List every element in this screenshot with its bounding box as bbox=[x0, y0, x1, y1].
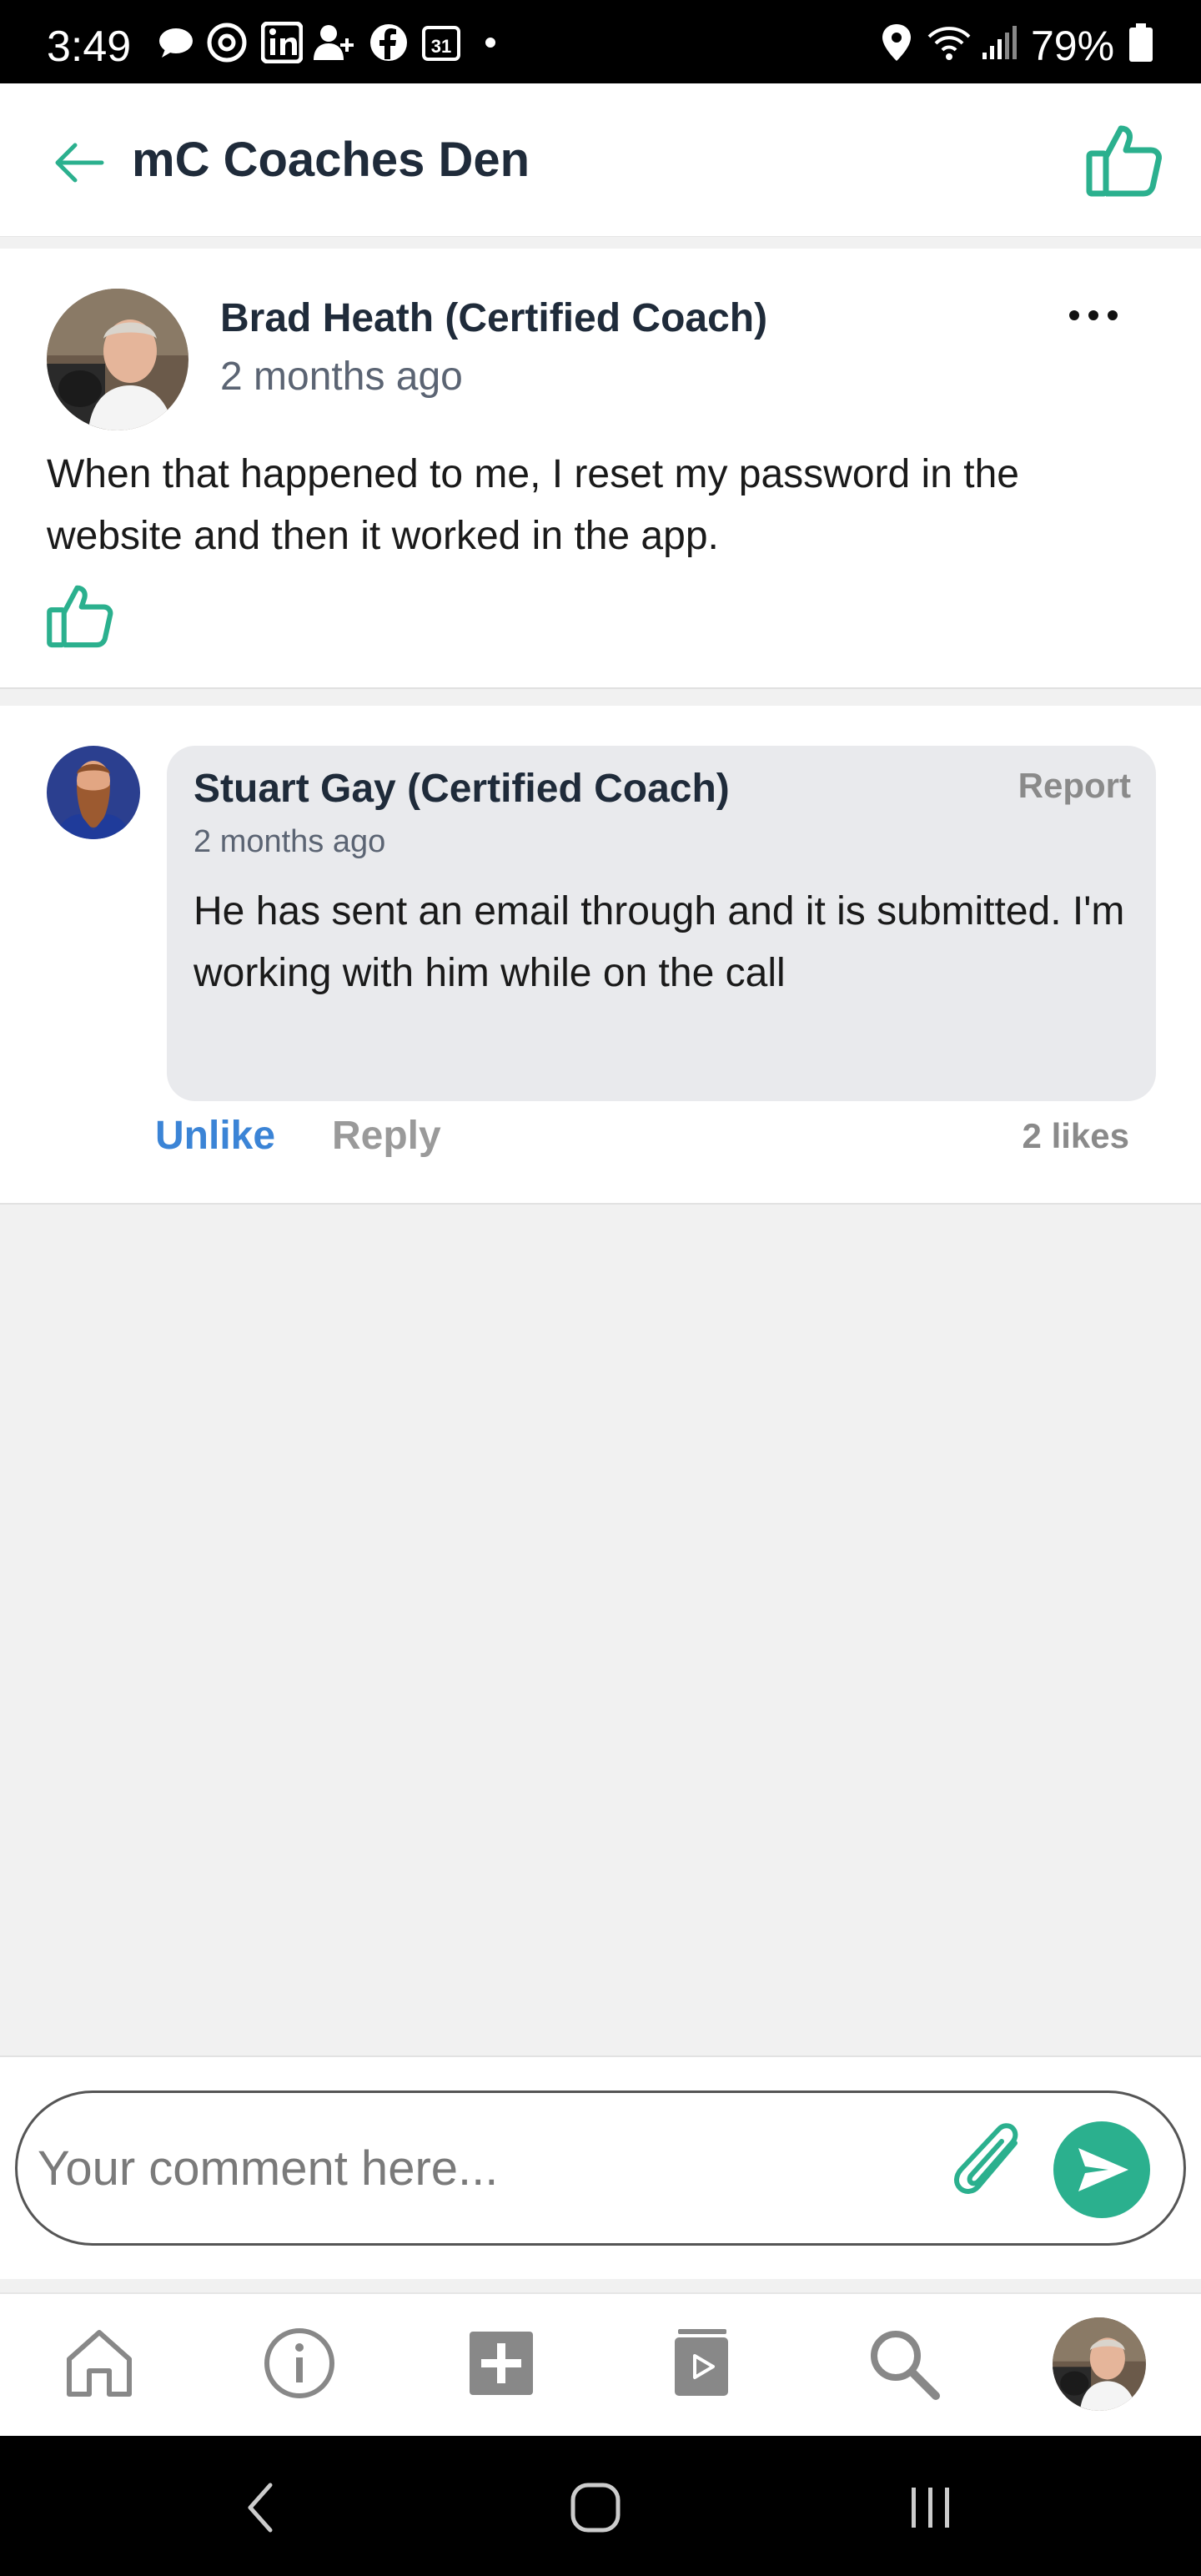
info-icon bbox=[264, 2328, 334, 2398]
comment-author[interactable]: Stuart Gay (Certified Coach) bbox=[193, 766, 730, 812]
paperclip-icon bbox=[954, 2123, 1018, 2194]
arrow-left-icon bbox=[55, 143, 104, 183]
send-button[interactable] bbox=[1053, 2121, 1150, 2218]
facebook-icon bbox=[365, 23, 412, 62]
likes-count[interactable]: 2 likes bbox=[1023, 1116, 1129, 1156]
thumbs-up-icon bbox=[1086, 125, 1162, 197]
nav-add[interactable] bbox=[455, 2317, 547, 2409]
page-title: mC Coaches Den bbox=[132, 133, 530, 187]
bottom-navigation bbox=[0, 2292, 1201, 2436]
comment-timestamp: 2 months ago bbox=[193, 824, 386, 859]
dot-icon bbox=[480, 23, 500, 62]
svg-text:31: 31 bbox=[431, 36, 451, 57]
recents-icon bbox=[912, 2488, 949, 2528]
system-back-button[interactable] bbox=[219, 2474, 302, 2541]
add-icon bbox=[470, 2332, 533, 2395]
location-icon bbox=[877, 23, 916, 62]
comment-input[interactable] bbox=[38, 2126, 938, 2210]
post-timestamp: 2 months ago bbox=[220, 355, 463, 399]
home-outline-icon bbox=[570, 2483, 621, 2533]
battery-percentage: 79% bbox=[1031, 23, 1115, 69]
post-more-button[interactable] bbox=[1056, 295, 1131, 345]
avatar[interactable] bbox=[47, 746, 140, 839]
battery-icon bbox=[1128, 23, 1154, 62]
more-horizontal-icon bbox=[1069, 310, 1118, 320]
linkedin-icon bbox=[259, 22, 305, 63]
signal-icon bbox=[979, 23, 1019, 62]
home-icon bbox=[67, 2330, 132, 2397]
status-time: 3:49 bbox=[47, 23, 132, 71]
nav-info[interactable] bbox=[254, 2317, 345, 2409]
avatar[interactable] bbox=[47, 289, 188, 430]
header-like-button[interactable] bbox=[1084, 120, 1164, 200]
comment-body: He has sent an email through and it is s… bbox=[193, 889, 1125, 995]
comment-composer bbox=[0, 2055, 1201, 2279]
status-bar: 3:49 31 79% bbox=[0, 0, 1201, 83]
post-like-button[interactable] bbox=[45, 581, 115, 651]
comment-input-container bbox=[15, 2090, 1186, 2246]
send-icon bbox=[1078, 2148, 1128, 2191]
comment-bubble: Stuart Gay (Certified Coach) Report 2 mo… bbox=[167, 746, 1156, 1101]
reply-button[interactable]: Reply bbox=[332, 1113, 441, 1159]
chat-bubble-icon bbox=[155, 23, 197, 62]
post-body: When that happened to me, I reset my pas… bbox=[47, 452, 1019, 558]
post-author[interactable]: Brad Heath (Certified Coach) bbox=[220, 295, 767, 341]
comment-item: Stuart Gay (Certified Coach) Report 2 mo… bbox=[0, 706, 1201, 1205]
report-button[interactable]: Report bbox=[1018, 766, 1131, 806]
thumbs-up-icon bbox=[47, 585, 113, 648]
library-icon bbox=[675, 2329, 728, 2396]
nav-search[interactable] bbox=[857, 2317, 949, 2409]
wifi-icon bbox=[924, 23, 974, 62]
search-icon bbox=[871, 2331, 940, 2400]
calendar-icon: 31 bbox=[419, 23, 464, 62]
back-button[interactable] bbox=[50, 133, 108, 192]
app-header: mC Coaches Den bbox=[0, 83, 1201, 237]
post-card: Brad Heath (Certified Coach) 2 months ag… bbox=[0, 249, 1201, 689]
nav-library[interactable] bbox=[656, 2317, 747, 2409]
threads-icon bbox=[204, 23, 250, 63]
attach-button[interactable] bbox=[950, 2123, 1033, 2215]
system-home-button[interactable] bbox=[554, 2474, 637, 2541]
unlike-button[interactable]: Unlike bbox=[155, 1113, 275, 1159]
system-navigation-bar bbox=[0, 2436, 1201, 2576]
chevron-left-icon bbox=[248, 2483, 273, 2533]
nav-home[interactable] bbox=[53, 2317, 145, 2409]
system-recents-button[interactable] bbox=[889, 2474, 972, 2541]
nav-profile-avatar[interactable] bbox=[1053, 2317, 1146, 2411]
add-person-icon bbox=[310, 23, 360, 62]
